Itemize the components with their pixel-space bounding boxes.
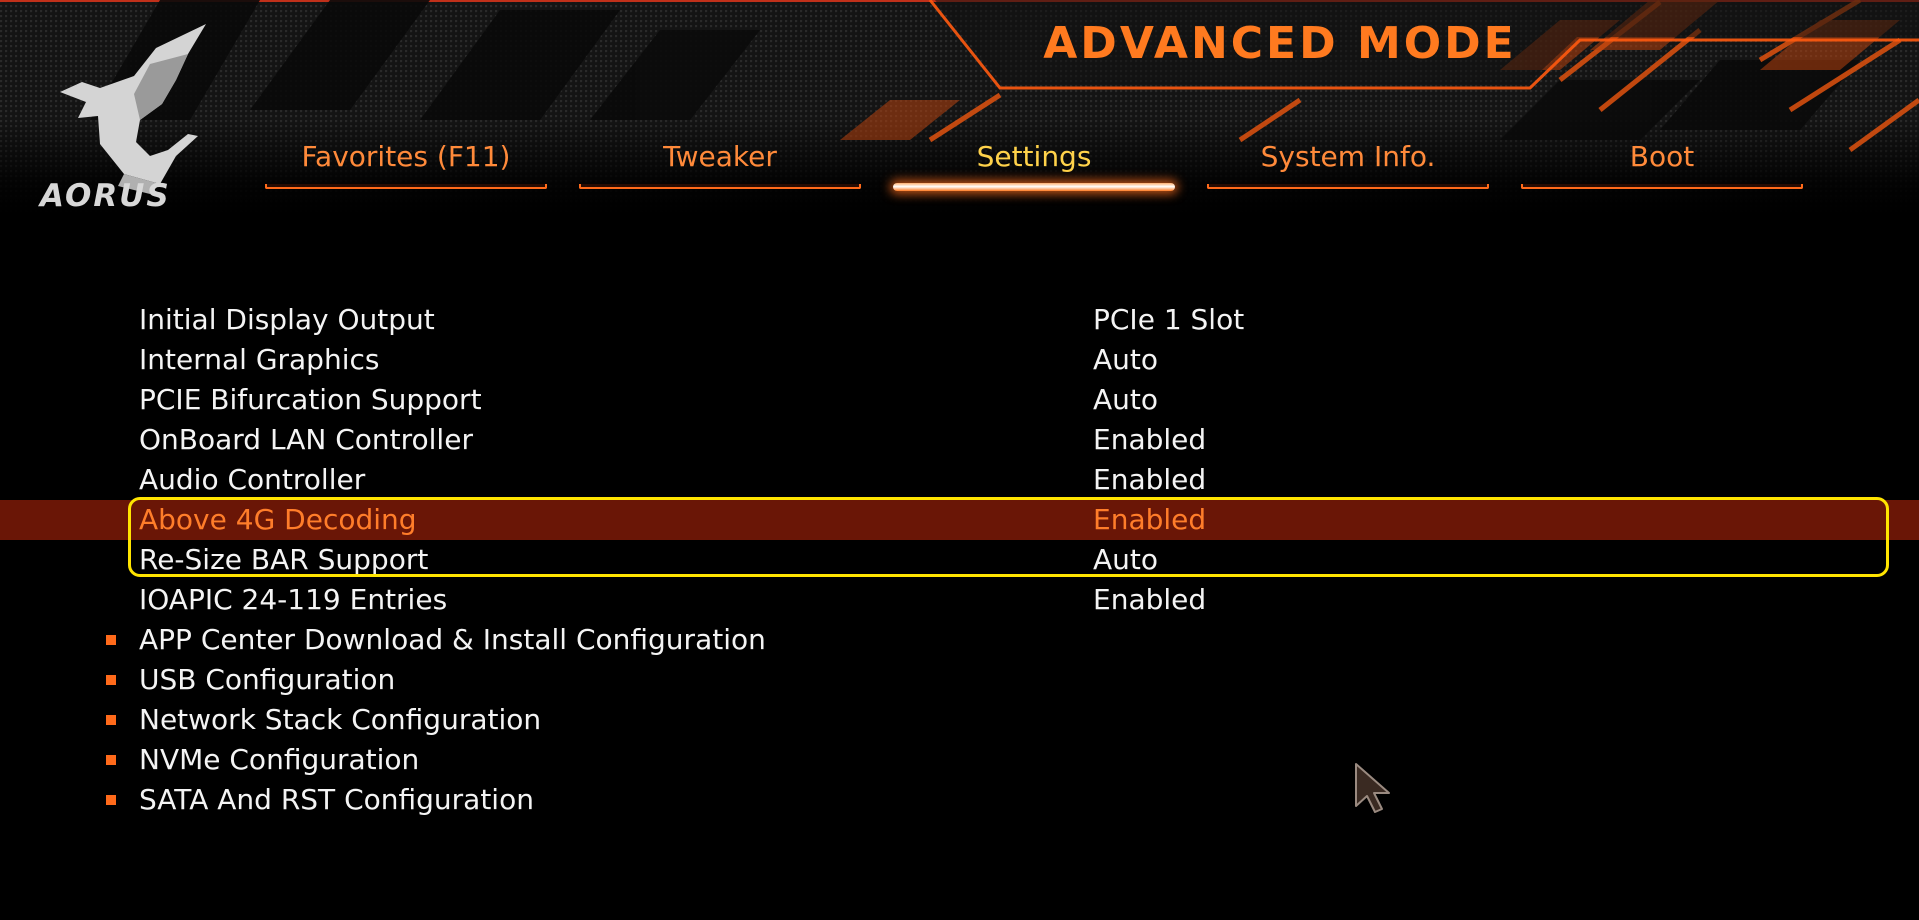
mouse-pointer-icon xyxy=(1355,763,1390,813)
setting-value[interactable]: Auto xyxy=(1093,380,1158,420)
tab-boot-label: Boot xyxy=(1629,140,1695,173)
setting-name: PCIE Bifurcation Support xyxy=(139,383,482,416)
submenu-network-stack[interactable]: Network Stack Configuration xyxy=(0,700,1919,740)
submenu-bullet-icon xyxy=(106,715,116,725)
setting-name: OnBoard LAN Controller xyxy=(139,423,473,456)
submenu-bullet-icon xyxy=(106,795,116,805)
tab-favorites-underline xyxy=(265,184,547,189)
tab-tweaker-label: Tweaker xyxy=(663,140,777,173)
setting-value[interactable]: Enabled xyxy=(1093,420,1206,460)
submenu-name: SATA And RST Configuration xyxy=(139,783,534,816)
setting-value[interactable]: Enabled xyxy=(1093,500,1206,540)
tab-boot-underline xyxy=(1521,184,1803,189)
submenu-name: Network Stack Configuration xyxy=(139,703,542,736)
tab-settings[interactable]: Settings xyxy=(893,138,1175,194)
submenu-app-center[interactable]: APP Center Download & Install Configurat… xyxy=(0,620,1919,660)
setting-name: Internal Graphics xyxy=(139,343,380,376)
tab-save-exit[interactable]: Sa xyxy=(1835,138,1919,194)
submenu-usb-configuration[interactable]: USB Configuration xyxy=(0,660,1919,700)
tab-tweaker[interactable]: Tweaker xyxy=(579,138,861,194)
tab-tweaker-underline xyxy=(579,184,861,189)
tab-system-info[interactable]: System Info. xyxy=(1207,138,1489,194)
setting-value[interactable]: Enabled xyxy=(1093,460,1206,500)
setting-value[interactable]: PCIe 1 Slot xyxy=(1093,300,1244,340)
setting-value[interactable]: Enabled xyxy=(1093,580,1206,620)
setting-name: Initial Display Output xyxy=(139,303,435,336)
tab-favorites[interactable]: Favorites (F11) xyxy=(265,138,547,194)
submenu-name: NVMe Configuration xyxy=(139,743,420,776)
submenu-name: APP Center Download & Install Configurat… xyxy=(139,623,766,656)
setting-row-ioapic-entries[interactable]: IOAPIC 24-119 Entries Enabled xyxy=(0,580,1919,620)
tab-settings-underline xyxy=(893,183,1175,191)
setting-row-onboard-lan[interactable]: OnBoard LAN Controller Enabled xyxy=(0,420,1919,460)
header-bar: AORUS ADVANCED MODE Favorites (F11) Twea… xyxy=(0,0,1919,215)
setting-name: Above 4G Decoding xyxy=(139,503,417,536)
submenu-nvme-configuration[interactable]: NVMe Configuration xyxy=(0,740,1919,780)
submenu-bullet-icon xyxy=(106,755,116,765)
setting-name: Audio Controller xyxy=(139,463,366,496)
setting-row-pcie-bifurcation[interactable]: PCIE Bifurcation Support Auto xyxy=(0,380,1919,420)
setting-row-internal-graphics[interactable]: Internal Graphics Auto xyxy=(0,340,1919,380)
setting-row-initial-display-output[interactable]: Initial Display Output PCIe 1 Slot xyxy=(0,300,1919,340)
tab-settings-label: Settings xyxy=(976,140,1092,173)
bios-screen: AORUS ADVANCED MODE Favorites (F11) Twea… xyxy=(0,0,1919,920)
submenu-sata-rst[interactable]: SATA And RST Configuration xyxy=(0,780,1919,820)
setting-name: IOAPIC 24-119 Entries xyxy=(139,583,448,616)
aorus-logo-text: AORUS xyxy=(40,178,171,214)
setting-row-resize-bar[interactable]: Re-Size BAR Support Auto xyxy=(0,540,1919,580)
tab-system-info-label: System Info. xyxy=(1260,140,1436,173)
advanced-mode-title: ADVANCED MODE xyxy=(1043,18,1517,69)
setting-value[interactable]: Auto xyxy=(1093,340,1158,380)
submenu-bullet-icon xyxy=(106,675,116,685)
setting-value[interactable]: Auto xyxy=(1093,540,1158,580)
setting-row-audio-controller[interactable]: Audio Controller Enabled xyxy=(0,460,1919,500)
setting-row-above-4g-decoding[interactable]: Above 4G Decoding Enabled xyxy=(0,500,1919,540)
setting-name: Re-Size BAR Support xyxy=(139,543,429,576)
tab-favorites-label: Favorites (F11) xyxy=(301,140,511,173)
submenu-name: USB Configuration xyxy=(139,663,396,696)
tab-system-info-underline xyxy=(1207,184,1489,189)
tab-boot[interactable]: Boot xyxy=(1521,138,1803,194)
submenu-bullet-icon xyxy=(106,635,116,645)
